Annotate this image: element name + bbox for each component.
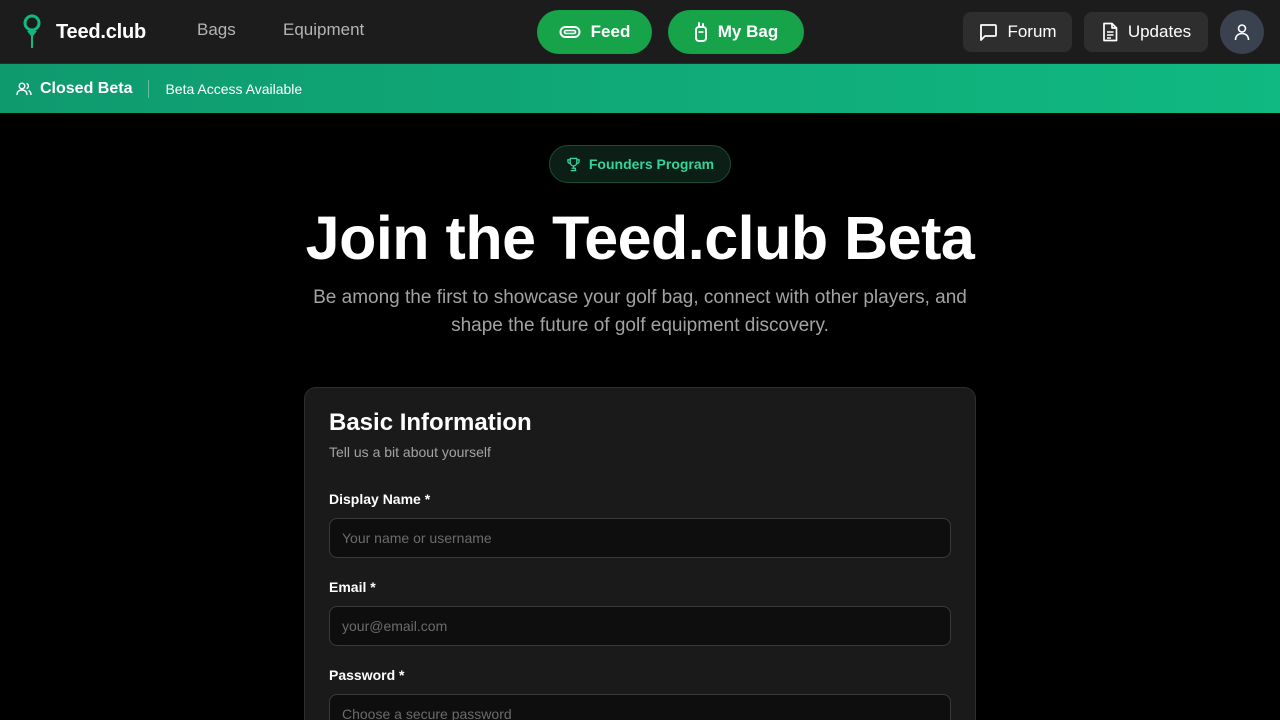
brand-name: Teed.club [56,20,147,43]
forum-label: Forum [1007,22,1057,41]
email-input[interactable] [329,606,951,646]
message-square-icon [980,24,998,41]
my-bag-label: My Bag [717,22,779,41]
trophy-icon [567,157,580,171]
banner-subtitle: Beta Access Available [165,80,303,97]
badge-label: Founders Program [588,156,715,172]
golf-tee-icon [23,14,41,48]
banner-title: Closed Beta [40,79,133,97]
password-label: Password * [329,667,405,683]
brand-link[interactable]: Teed.club [20,14,146,50]
users-icon [16,82,32,95]
password-input[interactable] [329,694,951,720]
card-subtitle: Tell us a bit about yourself [329,444,491,460]
updates-label: Updates [1127,22,1192,41]
my-bag-button[interactable]: My Bag [668,10,804,54]
nav-link-equipment[interactable]: Equipment [283,20,364,40]
top-navbar: Teed.club Bags Equipment Feed My Bag For… [0,0,1280,64]
document-icon [1102,22,1118,42]
basic-information-card: Basic Information Tell us a bit about yo… [304,387,976,720]
golf-ball-icon [559,26,581,38]
display-name-input[interactable] [329,518,951,558]
beta-banner: Closed Beta Beta Access Available [0,64,1280,113]
golf-bag-icon [694,22,707,42]
forum-button[interactable]: Forum [963,12,1072,52]
page-title: Join the Teed.club Beta [305,204,975,272]
feed-button[interactable]: Feed [537,10,652,54]
email-label: Email * [329,579,376,595]
display-name-label: Display Name * [329,491,431,507]
nav-link-bags[interactable]: Bags [197,20,236,40]
user-avatar-button[interactable] [1220,10,1264,54]
founders-program-badge: Founders Program [549,145,731,183]
banner-divider [148,79,150,98]
updates-button[interactable]: Updates [1084,12,1208,52]
feed-label: Feed [590,22,631,41]
page-subtitle: Be among the first to showcase your golf… [313,287,967,336]
user-icon [1234,24,1250,41]
card-title: Basic Information [329,409,532,436]
